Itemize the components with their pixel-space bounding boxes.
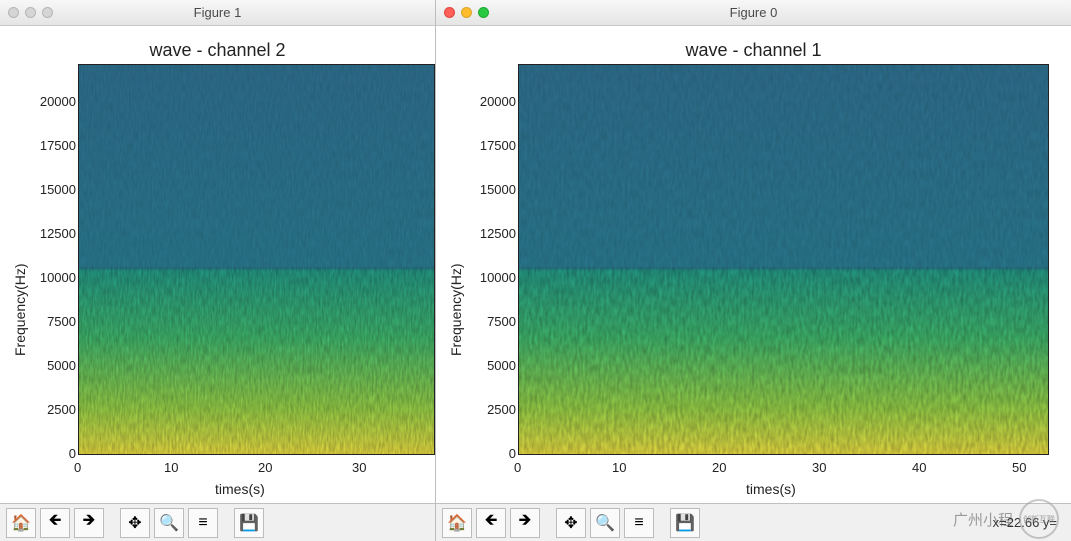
spectrogram-image: [79, 65, 434, 454]
y-tick: 5000: [480, 358, 516, 373]
y-tick: 17500: [472, 138, 516, 153]
window-title: Figure 1: [194, 5, 242, 20]
minimize-icon[interactable]: [25, 7, 36, 18]
move-icon: ✥: [564, 513, 577, 533]
close-icon[interactable]: [444, 7, 455, 18]
y-tick: 2500: [480, 402, 516, 417]
y-tick: 5000: [40, 358, 76, 373]
y-tick: 7500: [40, 314, 76, 329]
x-tick: 20: [712, 460, 726, 475]
arrow-right-icon: 🡺: [519, 509, 532, 536]
configure-button[interactable]: ≡: [624, 508, 654, 538]
figure-1-window: Figure 1 wave - channel 2 Frequency(Hz) …: [0, 0, 435, 541]
minimize-icon[interactable]: [461, 7, 472, 18]
x-tick: 30: [352, 460, 366, 475]
arrow-right-icon: 🡺: [83, 509, 96, 536]
titlebar[interactable]: Figure 1: [0, 0, 435, 26]
matplotlib-toolbar: 🏠 🡸 🡺 ✥ 🔍 ≡ 💾: [0, 503, 435, 541]
watermark-badge-icon: 创新互联: [1019, 499, 1059, 539]
y-tick: 12500: [472, 226, 516, 241]
configure-button[interactable]: ≡: [188, 508, 218, 538]
save-button[interactable]: 💾: [234, 508, 264, 538]
y-tick: 2500: [40, 402, 76, 417]
window-controls: [8, 7, 53, 18]
pan-button[interactable]: ✥: [120, 508, 150, 538]
x-tick: 30: [812, 460, 826, 475]
y-tick: 15000: [32, 182, 76, 197]
y-tick: 10000: [472, 270, 516, 285]
magnify-icon: 🔍: [595, 513, 615, 533]
x-tick: 10: [612, 460, 626, 475]
pan-button[interactable]: ✥: [556, 508, 586, 538]
axes: [78, 64, 435, 455]
save-icon: 💾: [239, 513, 259, 533]
window-title: Figure 0: [730, 5, 778, 20]
watermark: 广州小程 创新互联: [953, 499, 1059, 539]
home-button[interactable]: 🏠: [442, 508, 472, 538]
arrow-left-icon: 🡸: [485, 509, 498, 536]
magnify-icon: 🔍: [159, 513, 179, 533]
home-icon: 🏠: [447, 513, 467, 533]
titlebar[interactable]: Figure 0: [436, 0, 1071, 26]
spectrogram-image: [519, 65, 1048, 454]
plot-title: wave - channel 1: [436, 40, 1071, 61]
forward-button[interactable]: 🡺: [74, 508, 104, 538]
zoom-button[interactable]: 🔍: [154, 508, 184, 538]
x-tick: 0: [74, 460, 81, 475]
zoom-icon[interactable]: [42, 7, 53, 18]
axes: [518, 64, 1049, 455]
y-tick: 15000: [472, 182, 516, 197]
y-tick: 12500: [32, 226, 76, 241]
arrow-left-icon: 🡸: [49, 509, 62, 536]
back-button[interactable]: 🡸: [476, 508, 506, 538]
figure-canvas[interactable]: wave - channel 2 Frequency(Hz) times(s): [0, 26, 435, 503]
y-tick: 20000: [472, 94, 516, 109]
x-tick: 10: [164, 460, 178, 475]
y-tick: 10000: [32, 270, 76, 285]
window-controls: [444, 7, 489, 18]
x-tick: 50: [1012, 460, 1026, 475]
zoom-icon[interactable]: [478, 7, 489, 18]
save-icon: 💾: [675, 513, 695, 533]
x-tick: 40: [912, 460, 926, 475]
home-icon: 🏠: [11, 513, 31, 533]
y-tick: 0: [506, 446, 516, 461]
y-axis-label: Frequency(Hz): [12, 263, 28, 356]
figure-0-window: Figure 0 wave - channel 1 Frequency(Hz) …: [435, 0, 1071, 541]
y-tick: 0: [66, 446, 76, 461]
figure-canvas[interactable]: wave - channel 1 Frequency(Hz) times(s): [436, 26, 1071, 503]
sliders-icon: ≡: [634, 514, 643, 532]
y-tick: 20000: [32, 94, 76, 109]
x-tick: 20: [258, 460, 272, 475]
y-axis-label: Frequency(Hz): [448, 263, 464, 356]
save-button[interactable]: 💾: [670, 508, 700, 538]
move-icon: ✥: [128, 513, 141, 533]
x-tick: 0: [514, 460, 521, 475]
plot-title: wave - channel 2: [0, 40, 435, 61]
sliders-icon: ≡: [198, 514, 207, 532]
back-button[interactable]: 🡸: [40, 508, 70, 538]
x-axis-label: times(s): [215, 481, 265, 497]
y-tick: 17500: [32, 138, 76, 153]
close-icon[interactable]: [8, 7, 19, 18]
x-axis-label: times(s): [746, 481, 796, 497]
zoom-button[interactable]: 🔍: [590, 508, 620, 538]
watermark-text: 广州小程: [953, 509, 1013, 530]
home-button[interactable]: 🏠: [6, 508, 36, 538]
forward-button[interactable]: 🡺: [510, 508, 540, 538]
y-tick: 7500: [480, 314, 516, 329]
